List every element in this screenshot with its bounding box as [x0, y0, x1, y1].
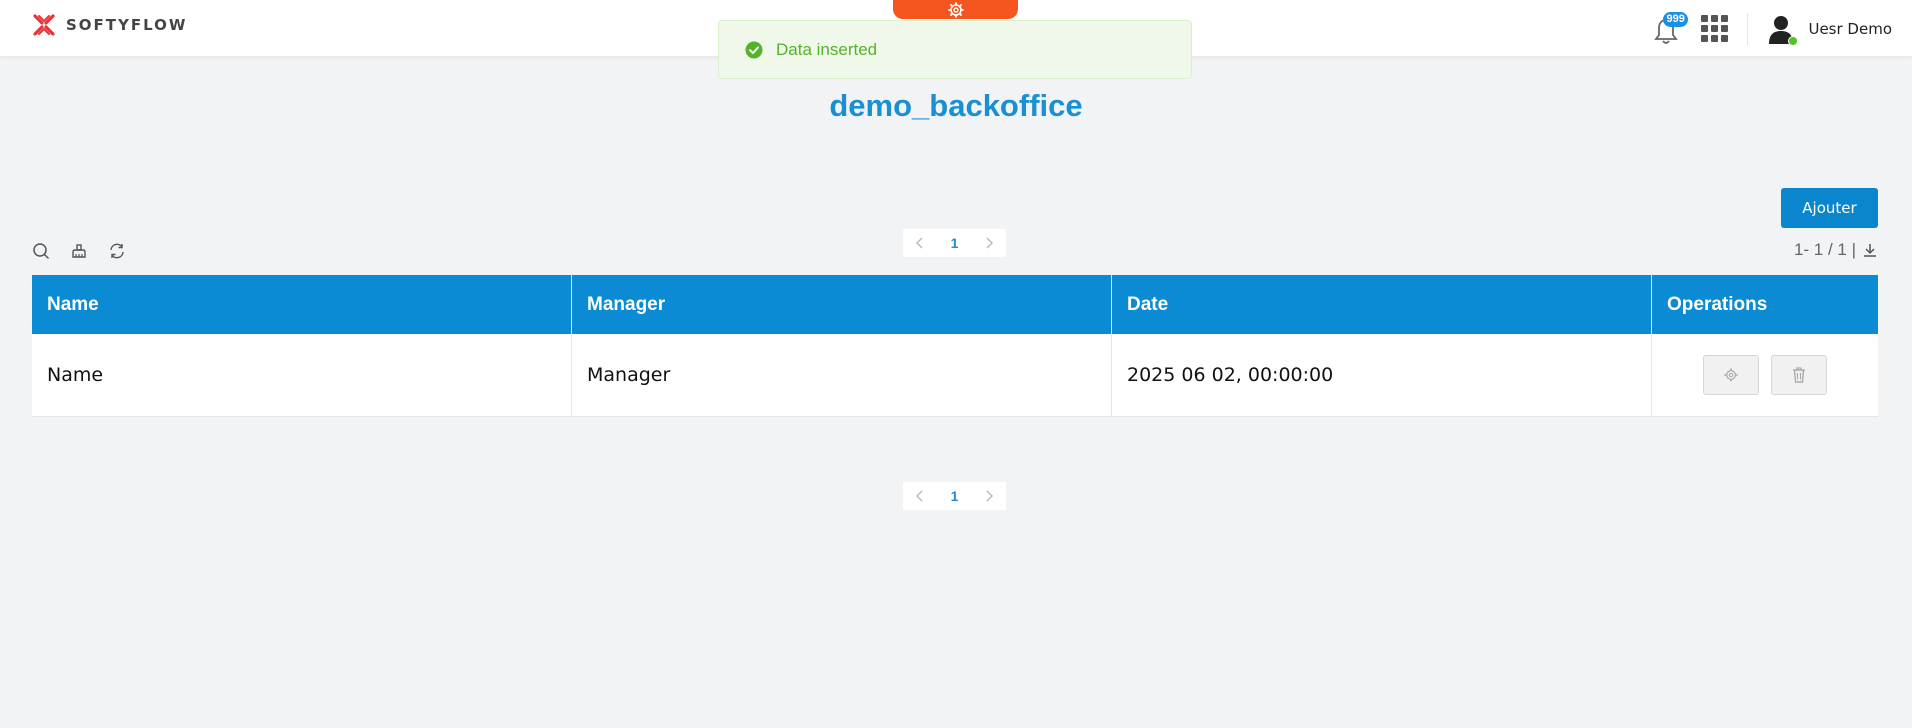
data-table: Name Manager Date Operations Name Manage…: [32, 275, 1878, 417]
logo-text: SOFTYFLOW: [66, 16, 188, 34]
row-delete-button[interactable]: [1771, 355, 1827, 395]
gear-icon: [1724, 368, 1738, 382]
settings-tab[interactable]: [893, 0, 1018, 19]
cell-operations: [1652, 334, 1878, 416]
add-button[interactable]: Ajouter: [1781, 188, 1878, 228]
clear-filter-icon[interactable]: [70, 242, 88, 260]
page-title: demo_backoffice: [829, 88, 1083, 123]
cell-date: 2025 06 02, 00:00:00: [1112, 334, 1652, 416]
chevron-right-icon[interactable]: [982, 489, 996, 503]
search-icon[interactable]: [32, 242, 50, 260]
chevron-right-icon[interactable]: [982, 236, 996, 250]
pagination-bottom: 1: [903, 482, 1006, 510]
download-icon[interactable]: [1862, 242, 1878, 258]
column-header-date[interactable]: Date: [1112, 275, 1652, 334]
chevron-left-icon[interactable]: [913, 236, 927, 250]
user-name[interactable]: Uesr Demo: [1808, 20, 1892, 38]
column-header-name[interactable]: Name: [32, 275, 572, 334]
range-info: 1- 1 / 1 |: [1794, 240, 1878, 260]
check-circle-icon: [745, 41, 763, 58]
table-toolbar: [32, 242, 126, 260]
cell-manager: Manager: [572, 334, 1112, 416]
refresh-icon[interactable]: [108, 242, 126, 260]
page-number[interactable]: 1: [951, 488, 959, 504]
online-status-dot: [1788, 35, 1799, 46]
column-header-manager[interactable]: Manager: [572, 275, 1112, 334]
cell-name: Name: [32, 334, 572, 416]
pagination-top: 1: [903, 229, 1006, 257]
range-text: 1- 1 / 1 |: [1793, 240, 1856, 259]
header-actions: 999 Uesr Demo: [1653, 0, 1892, 57]
page-number[interactable]: 1: [951, 235, 959, 251]
avatar[interactable]: [1768, 14, 1799, 46]
notifications-button[interactable]: 999: [1653, 11, 1688, 44]
notification-badge: 999: [1663, 11, 1688, 27]
trash-icon: [1793, 367, 1805, 383]
softyflow-logo-icon: [33, 14, 55, 36]
row-settings-button[interactable]: [1703, 355, 1759, 395]
chevron-left-icon[interactable]: [913, 489, 927, 503]
apps-grid-icon[interactable]: [1699, 14, 1729, 44]
header-divider: [1747, 12, 1749, 45]
toast-message: Data inserted: [776, 39, 878, 59]
logo[interactable]: SOFTYFLOW: [32, 13, 187, 37]
table-row[interactable]: Name Manager 2025 06 02, 00:00:00: [32, 334, 1878, 417]
column-header-operations: Operations: [1667, 293, 1768, 315]
table-header: Name Manager Date Operations: [32, 275, 1878, 334]
success-toast: Data inserted: [718, 20, 1192, 79]
gear-icon: [947, 1, 964, 18]
